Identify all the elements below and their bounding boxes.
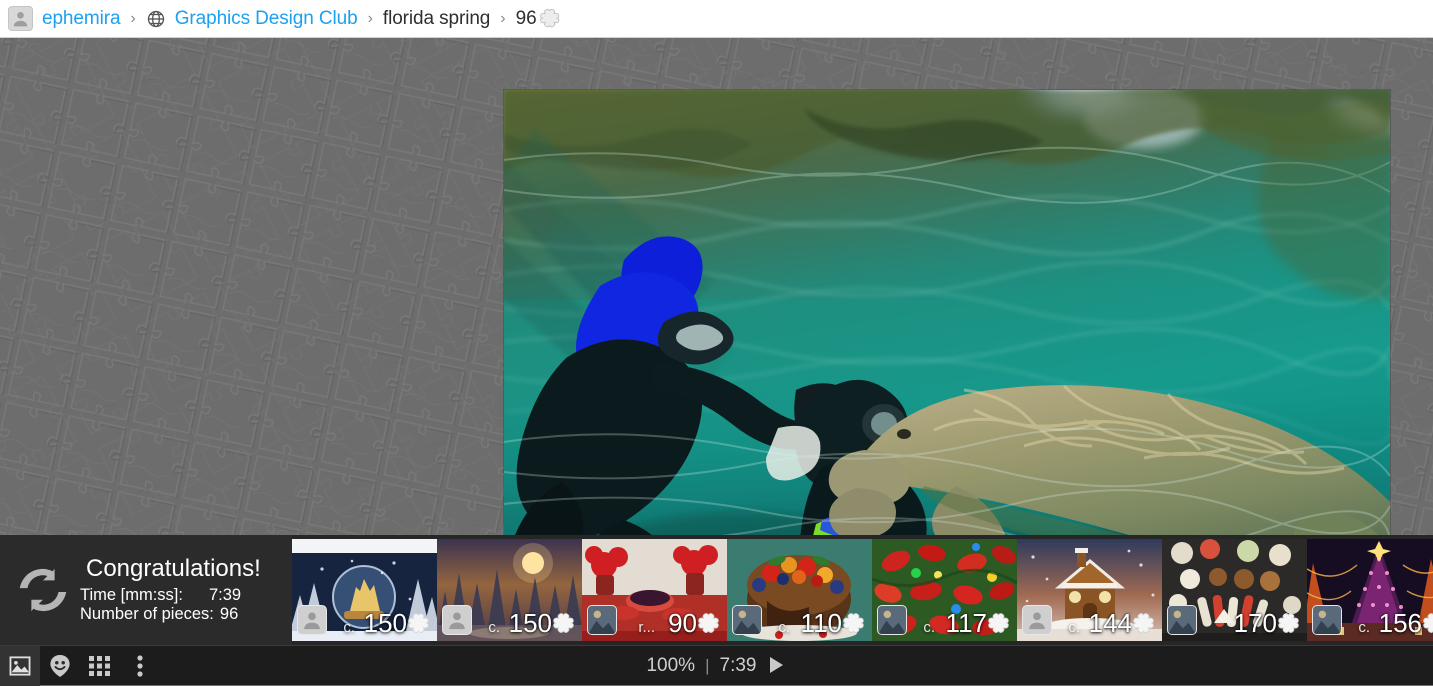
timer-value: 7:39 xyxy=(719,655,757,676)
puzzle-piece-icon xyxy=(842,610,870,638)
photo-avatar xyxy=(1312,605,1342,635)
avatar-icon xyxy=(442,605,472,635)
puzzle-piece-icon xyxy=(407,610,435,638)
congratulations-title: Congratulations! xyxy=(86,555,261,583)
congratulations-panel: Congratulations! Time [mm:ss]: 7:39 Numb… xyxy=(0,535,292,645)
avatar-icon xyxy=(297,605,327,635)
status-divider: | xyxy=(705,656,710,675)
breadcrumb-group[interactable]: Graphics Design Club xyxy=(175,8,358,30)
puzzle-piece-icon xyxy=(697,610,725,638)
underwater-manatee-photo xyxy=(504,90,1390,535)
status-bar: 100% | 7:39 xyxy=(0,645,1433,686)
thumbnail-title-prefix: c. xyxy=(778,619,790,636)
time-value: 7:39 xyxy=(208,585,242,604)
restart-icon[interactable] xyxy=(12,559,74,621)
photo-avatar xyxy=(877,605,907,635)
thumbnail-piece-count: 90 xyxy=(668,608,697,638)
puzzle-piece-icon xyxy=(987,610,1015,638)
puzzle-piece-icon xyxy=(1132,610,1160,638)
avatar-icon xyxy=(1022,605,1052,635)
thumbnail-title-prefix: c. xyxy=(343,619,355,636)
globe-icon xyxy=(146,8,167,29)
ghost-helper-icon[interactable] xyxy=(40,646,80,686)
more-options-icon[interactable] xyxy=(120,646,160,686)
pieces-value: 96 xyxy=(219,605,239,624)
status-bar-tools xyxy=(0,646,160,686)
puzzle-thumbnail-strip[interactable]: c. 150 c. 150 r... 90 c. 110 c. 117 c. 1… xyxy=(292,535,1433,645)
avatar-icon[interactable] xyxy=(8,6,33,31)
time-label: Time [mm:ss]: xyxy=(80,585,183,604)
play-icon[interactable] xyxy=(767,656,787,676)
status-bar-center: 100% | 7:39 xyxy=(0,646,1433,686)
thumbnail-piece-count: 117 xyxy=(945,608,987,638)
thumbnail-piece-count: 150 xyxy=(508,608,552,638)
bottom-strip: Congratulations! Time [mm:ss]: 7:39 Numb… xyxy=(0,535,1433,645)
puzzle-thumbnail[interactable]: c. 117 xyxy=(872,539,1017,641)
photo-avatar xyxy=(587,605,617,635)
thumbnail-title-prefix: c. xyxy=(488,619,500,636)
pieces-label: Number of pieces: xyxy=(80,605,214,624)
puzzle-thumbnail[interactable]: c. 150 xyxy=(292,539,437,641)
pieces-row: Number of pieces: 96 xyxy=(80,605,261,624)
puzzle-thumbnail[interactable]: 170 xyxy=(1162,539,1307,641)
breadcrumb-separator-3: › xyxy=(500,9,506,27)
thumbnail-piece-count: 144 xyxy=(1088,608,1132,638)
thumbnail-piece-count: 110 xyxy=(800,608,842,638)
grid-sort-icon[interactable] xyxy=(80,646,120,686)
completed-puzzle-image[interactable] xyxy=(504,90,1390,535)
puzzle-thumbnail[interactable]: c. 110 xyxy=(727,539,872,641)
time-row: Time [mm:ss]: 7:39 xyxy=(80,586,261,605)
breadcrumb-puzzle-name: florida spring xyxy=(382,7,491,29)
puzzle-board[interactable] xyxy=(0,38,1433,535)
breadcrumb-separator: › xyxy=(130,9,136,27)
thumbnail-title-prefix: c. xyxy=(1358,619,1370,636)
breadcrumb-piece-count: 96 xyxy=(515,7,537,29)
image-preview-icon[interactable] xyxy=(0,646,40,686)
thumbnail-piece-count: 156 xyxy=(1378,608,1422,638)
thumbnail-title-prefix: c. xyxy=(923,619,935,636)
breadcrumb-separator-2: › xyxy=(367,9,373,27)
puzzle-thumbnail[interactable]: c. 156 xyxy=(1307,539,1433,641)
breadcrumb-user[interactable]: ephemira xyxy=(42,8,121,30)
puzzle-piece-icon xyxy=(539,6,565,32)
puzzle-piece-icon xyxy=(1422,610,1433,638)
puzzle-piece-icon xyxy=(1277,610,1305,638)
puzzle-thumbnail[interactable]: c. 144 xyxy=(1017,539,1162,641)
breadcrumb: ephemira › Graphics Design Club › florid… xyxy=(0,0,1433,38)
zoom-level[interactable]: 100% xyxy=(646,655,695,677)
puzzle-thumbnail[interactable]: r... 90 xyxy=(582,539,727,641)
thumbnail-title-prefix: r... xyxy=(638,619,655,636)
thumbnail-piece-count: 150 xyxy=(363,608,407,638)
thumbnail-piece-count: 170 xyxy=(1233,608,1277,638)
puzzle-piece-icon xyxy=(552,610,580,638)
photo-avatar xyxy=(1167,605,1197,635)
photo-avatar xyxy=(732,605,762,635)
puzzle-thumbnail[interactable]: c. 150 xyxy=(437,539,582,641)
thumbnail-title-prefix: c. xyxy=(1068,619,1080,636)
